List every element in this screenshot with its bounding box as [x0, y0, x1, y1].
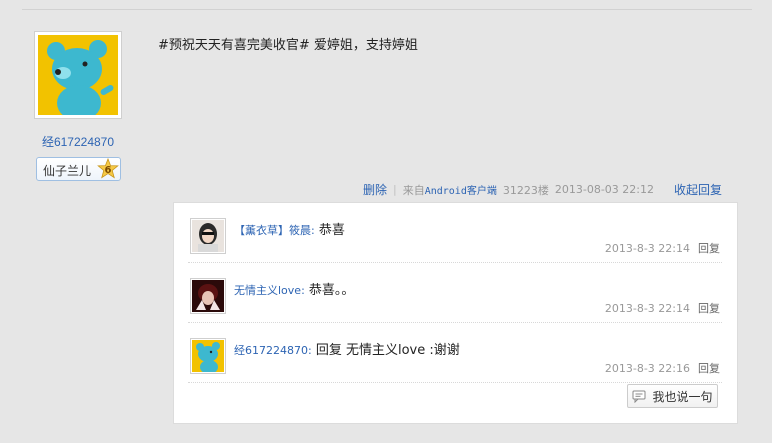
post-meta: 删除 | 来自 Android客户端 31223楼 2013-08-03 22:…: [363, 181, 722, 198]
reply-item: 无情主义love: 恭喜。。 2013-8-3 22:14 回复: [188, 263, 722, 323]
source-client-link[interactable]: Android客户端: [425, 182, 497, 197]
girl-avatar-image: [192, 220, 224, 252]
reply-item: 【薰衣草】筱晨: 恭喜 2013-8-3 22:14 回复: [188, 203, 722, 263]
reply-panel: 【薰衣草】筱晨: 恭喜 2013-8-3 22:14 回复 无情主义love: 恭…: [173, 202, 738, 424]
bear-avatar-image: [192, 340, 224, 372]
reply-link[interactable]: 回复: [698, 302, 720, 315]
reply-avatar[interactable]: [190, 218, 226, 254]
post-content: #预祝天天有喜完美收官# 爱婷姐，支持婷姐: [158, 38, 418, 53]
add-comment-button[interactable]: 我也说一句: [627, 384, 718, 408]
divider: |: [392, 183, 397, 196]
reply-meta: 2013-8-3 22:16 回复: [605, 360, 720, 376]
reply-link[interactable]: 回复: [698, 362, 720, 375]
reply-text-line: 经617224870: 回复 无情主义love :谢谢: [234, 339, 460, 358]
comment-icon: [632, 390, 646, 403]
reply-username[interactable]: 无情主义love:: [234, 284, 305, 297]
reply-text-line: 无情主义love: 恭喜。。: [234, 279, 354, 298]
source-prefix: 来自: [402, 183, 425, 197]
dark-avatar-image: [192, 280, 224, 312]
floor-number: 31223楼: [502, 183, 549, 197]
top-divider: [22, 9, 752, 10]
reply-username[interactable]: 经617224870:: [234, 344, 312, 357]
reply-meta: 2013-8-3 22:14 回复: [605, 240, 720, 256]
reply-text-line: 【薰衣草】筱晨: 恭喜: [234, 219, 345, 238]
reply-time: 2013-8-3 22:14: [604, 302, 690, 315]
reply-avatar[interactable]: [190, 278, 226, 314]
delete-link[interactable]: 删除: [363, 181, 387, 198]
badge-name: 仙子兰儿: [43, 164, 92, 178]
reply-avatar[interactable]: [190, 338, 226, 374]
bear-avatar-image: [38, 35, 118, 115]
reply-username[interactable]: 【薰衣草】筱晨:: [234, 224, 315, 237]
reply-item: 经617224870: 回复 无情主义love :谢谢 2013-8-3 22:…: [188, 323, 722, 383]
reply-time: 2013-8-3 22:16: [604, 362, 690, 375]
reply-time: 2013-8-3 22:14: [604, 242, 690, 255]
fold-replies-link[interactable]: 收起回复: [674, 181, 722, 198]
badge-level: 6: [105, 165, 112, 176]
member-badge[interactable]: 仙子兰儿 6: [36, 157, 121, 181]
reply-link[interactable]: 回复: [698, 242, 720, 255]
post-timestamp: 2013-08-03 22:12: [554, 183, 654, 196]
reply-content: 恭喜。。: [304, 283, 355, 298]
reply-content: 恭喜: [314, 223, 345, 238]
author-name[interactable]: 经617224870: [22, 133, 134, 150]
author-avatar[interactable]: [34, 31, 122, 119]
add-comment-label: 我也说一句: [652, 389, 713, 404]
reply-meta: 2013-8-3 22:14 回复: [605, 300, 720, 316]
reply-content: 回复 无情主义love :谢谢: [311, 343, 460, 358]
level-star-icon: 6: [97, 158, 119, 179]
